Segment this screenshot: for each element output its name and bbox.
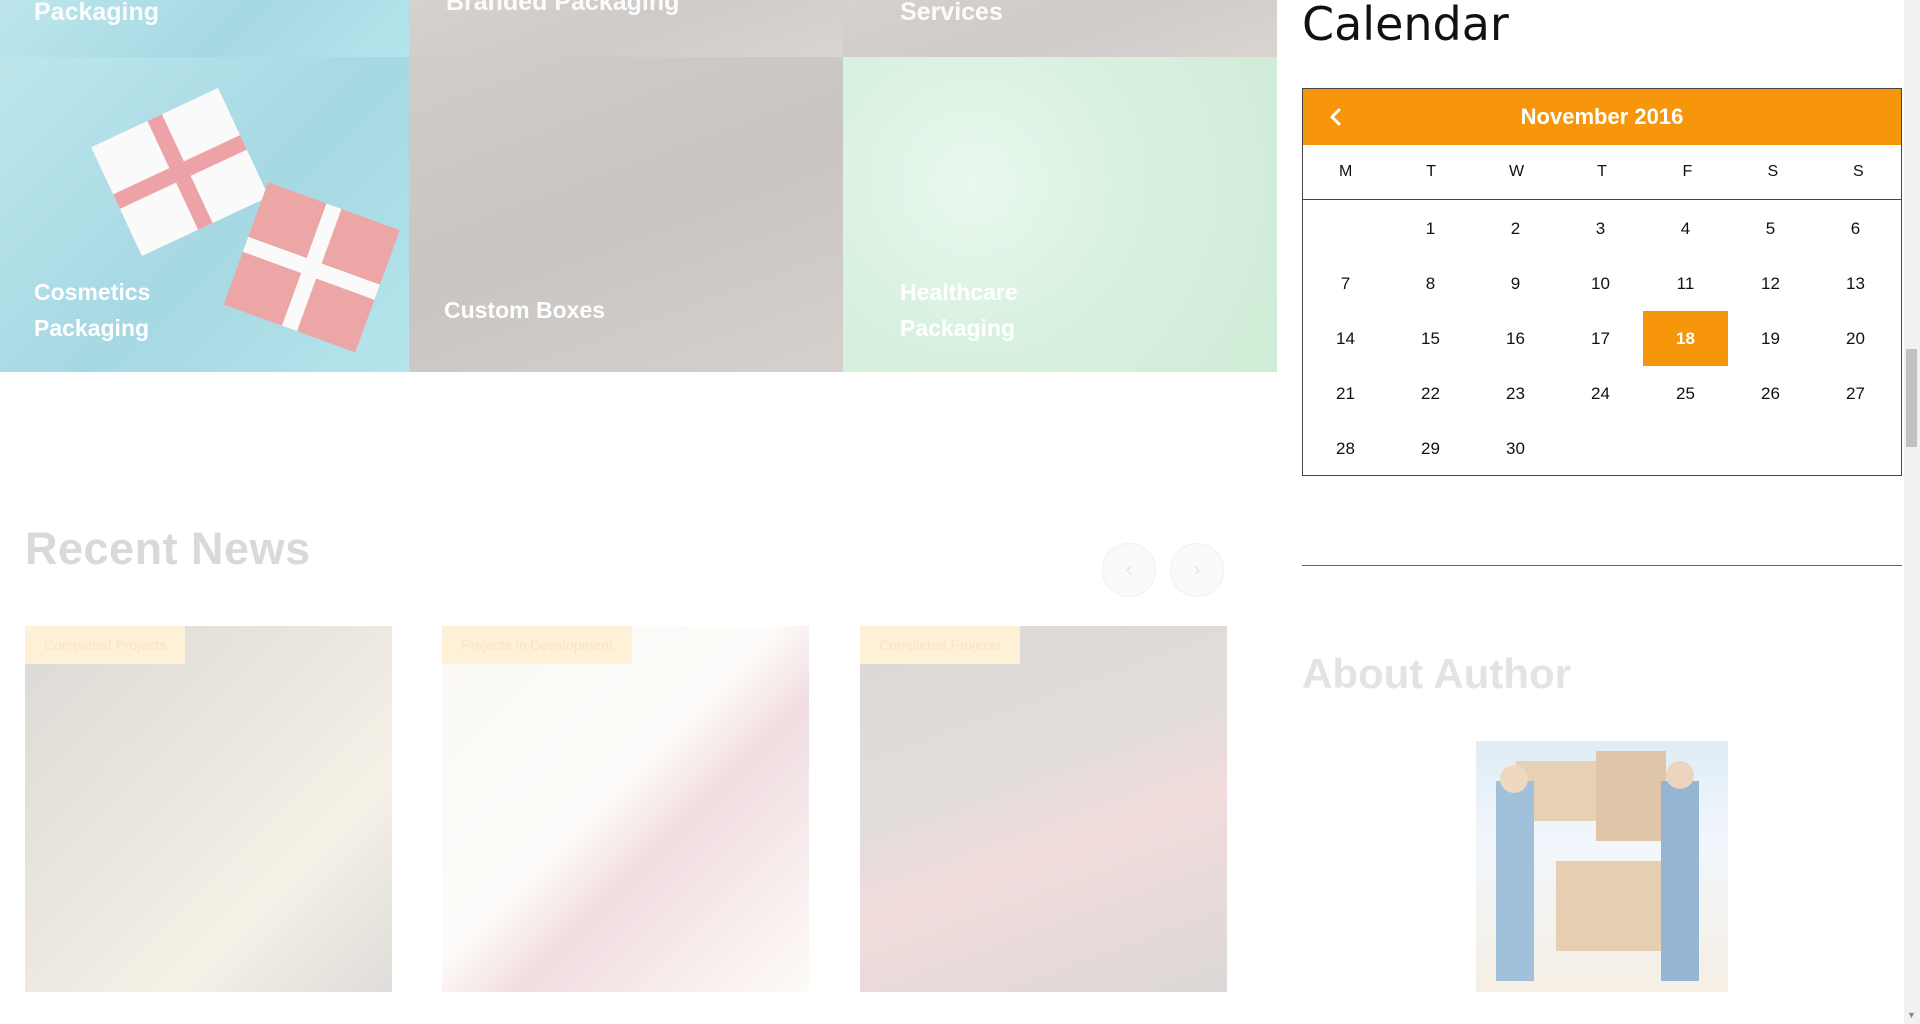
category-tile-label: Services xyxy=(900,0,1003,26)
category-tile-label: Healthcare Packaging xyxy=(900,279,1018,341)
about-author-heading: About Author xyxy=(1302,650,1572,697)
chevron-right-icon: › xyxy=(1193,558,1201,581)
author-photo xyxy=(1476,741,1728,992)
calendar-day[interactable]: 4 xyxy=(1643,201,1728,256)
calendar-day[interactable]: 5 xyxy=(1728,201,1813,256)
scroll-down-arrow-icon[interactable]: ▼ xyxy=(1906,1010,1917,1020)
category-tile-label: Packaging xyxy=(34,0,160,26)
calendar-weekday: T xyxy=(1426,163,1437,180)
calendar-day[interactable]: 20 xyxy=(1813,311,1898,366)
calendar-widget: November 2016 MTWTFSS 1 2 3 4 5 6 7 8 9 10 11 12 13 1… xyxy=(1302,88,1902,476)
calendar-day[interactable]: 25 xyxy=(1643,366,1728,421)
news-card-category[interactable]: Completed Projects xyxy=(860,626,1021,664)
category-tile-label: Branded Packaging xyxy=(446,0,680,16)
calendar-day[interactable]: 23 xyxy=(1473,366,1558,421)
calendar-weekday: M xyxy=(1339,163,1353,180)
calendar-day[interactable]: 7 xyxy=(1303,256,1388,311)
category-tiles: Cosmetics Packaging Custom Boxes Healthc… xyxy=(0,57,1277,372)
calendar-days: 1 2 3 4 5 6 7 8 9 10 11 12 13 14 15 16 17 18 19 20 21 22 23 24 2… xyxy=(1303,201,1901,476)
calendar-day[interactable]: 8 xyxy=(1388,256,1473,311)
news-next-button[interactable]: › xyxy=(1170,543,1224,597)
news-card[interactable]: Completed Projects xyxy=(860,626,1227,992)
category-tile[interactable]: Services xyxy=(843,0,1277,57)
calendar-heading: Calendar xyxy=(1302,0,1509,51)
calendar-day[interactable]: 21 xyxy=(1303,366,1388,421)
calendar-day[interactable]: 3 xyxy=(1558,201,1643,256)
scrollbar-thumb[interactable] xyxy=(1906,349,1917,447)
calendar-day[interactable]: 26 xyxy=(1728,366,1813,421)
calendar-day[interactable]: 22 xyxy=(1388,366,1473,421)
calendar-blank-cell xyxy=(1303,201,1388,256)
category-tile-label: Custom Boxes xyxy=(444,297,606,323)
news-card-category[interactable]: Projects in Development xyxy=(442,626,632,664)
category-tile-label: Cosmetics Packaging xyxy=(34,279,151,341)
calendar-day-selected[interactable]: 18 xyxy=(1643,311,1728,366)
calendar-day[interactable]: 24 xyxy=(1558,366,1643,421)
calendar-day[interactable]: 19 xyxy=(1728,311,1813,366)
calendar-day[interactable]: 10 xyxy=(1558,256,1643,311)
category-tiles-top: Packaging Branded Packaging Services xyxy=(0,0,1277,57)
calendar-month-label: November 2016 xyxy=(1520,104,1684,129)
calendar-day[interactable]: 29 xyxy=(1388,421,1473,476)
chevron-left-icon: ‹ xyxy=(1125,558,1133,581)
calendar-prev-month-button[interactable] xyxy=(1321,89,1351,145)
calendar-day[interactable]: 27 xyxy=(1813,366,1898,421)
news-prev-button[interactable]: ‹ xyxy=(1102,543,1156,597)
calendar-day[interactable]: 9 xyxy=(1473,256,1558,311)
sidebar-divider xyxy=(1302,565,1902,566)
calendar-day[interactable]: 2 xyxy=(1473,201,1558,256)
calendar-day[interactable]: 1 xyxy=(1388,201,1473,256)
category-tile-cosmetics[interactable]: Cosmetics Packaging xyxy=(0,57,409,372)
calendar-day[interactable]: 30 xyxy=(1473,421,1558,476)
calendar-day[interactable]: 6 xyxy=(1813,201,1898,256)
category-tile-custom-boxes[interactable]: Custom Boxes xyxy=(409,57,843,372)
calendar-weekday: W xyxy=(1509,163,1525,180)
calendar-day[interactable]: 16 xyxy=(1473,311,1558,366)
category-tile-healthcare[interactable]: Healthcare Packaging xyxy=(843,57,1277,372)
news-card[interactable]: Projects in Development xyxy=(442,626,809,992)
news-card-category[interactable]: Completed Projects xyxy=(25,626,186,664)
chevron-left-icon xyxy=(1330,108,1341,126)
calendar-weekday: S xyxy=(1767,163,1779,180)
calendar-weekday-row: MTWTFSS xyxy=(1303,145,1901,200)
calendar-weekday: S xyxy=(1852,163,1864,180)
calendar-weekday: T xyxy=(1597,163,1607,180)
calendar-day[interactable]: 13 xyxy=(1813,256,1898,311)
calendar-header: November 2016 xyxy=(1303,89,1901,145)
calendar-day[interactable]: 12 xyxy=(1728,256,1813,311)
category-tile[interactable]: Packaging xyxy=(0,0,409,57)
calendar-day[interactable]: 28 xyxy=(1303,421,1388,476)
category-tile[interactable]: Branded Packaging xyxy=(409,0,843,57)
page-scrollbar[interactable] xyxy=(1904,0,1920,1024)
calendar-day[interactable]: 14 xyxy=(1303,311,1388,366)
news-card[interactable]: Completed Projects xyxy=(25,626,392,992)
calendar-weekday: F xyxy=(1682,163,1693,180)
calendar-day[interactable]: 11 xyxy=(1643,256,1728,311)
calendar-day[interactable]: 17 xyxy=(1558,311,1643,366)
calendar-day[interactable]: 15 xyxy=(1388,311,1473,366)
recent-news-heading: Recent News xyxy=(25,523,311,574)
